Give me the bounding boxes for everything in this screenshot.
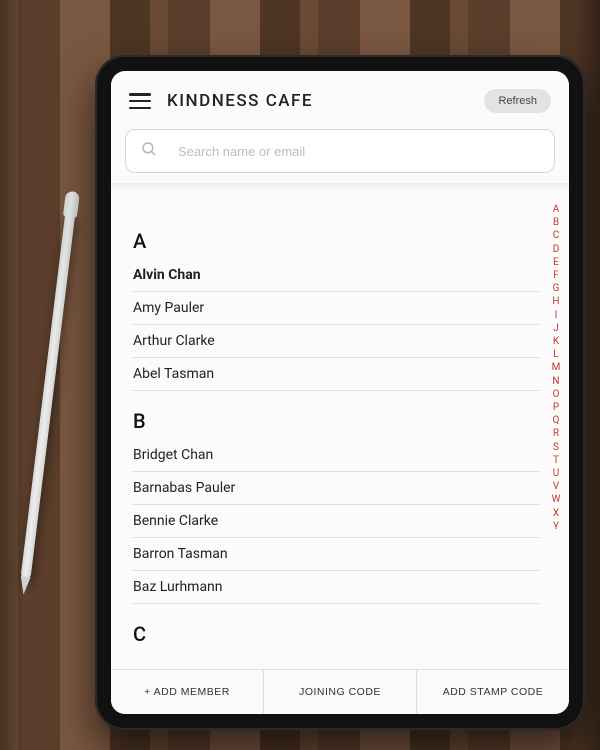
alpha-index-letter[interactable]: S	[549, 441, 563, 454]
alpha-index-letter[interactable]: M	[549, 361, 563, 374]
alpha-index-letter[interactable]: P	[549, 401, 563, 414]
alpha-index-letter[interactable]: J	[549, 322, 563, 335]
alpha-index-letter[interactable]: U	[549, 467, 563, 480]
app-title: KINDNESS CAFE	[167, 91, 313, 111]
alpha-index-letter[interactable]: F	[549, 269, 563, 282]
alpha-index-letter[interactable]: V	[549, 480, 563, 493]
alpha-index-letter[interactable]: L	[549, 348, 563, 361]
list-item[interactable]: Arthur Clarke	[133, 325, 539, 358]
alpha-index-letter[interactable]: T	[549, 454, 563, 467]
search-field[interactable]	[125, 129, 555, 173]
alpha-index-letter[interactable]: O	[549, 388, 563, 401]
alpha-index-letter[interactable]: A	[549, 203, 563, 216]
joining-code-button[interactable]: JOINING CODE	[263, 670, 416, 714]
add-stamp-code-button[interactable]: ADD STAMP CODE	[416, 670, 569, 714]
section-header: C	[133, 622, 539, 646]
alpha-index-letter[interactable]: K	[549, 335, 563, 348]
header-shadow	[111, 183, 569, 191]
alpha-index-rail[interactable]: ABCDEFGHIJKLMNOPQRSTUVWXY	[549, 203, 563, 657]
add-member-button[interactable]: + ADD MEMBER	[111, 670, 263, 714]
alpha-index-letter[interactable]: Q	[549, 414, 563, 427]
alpha-index-letter[interactable]: B	[549, 216, 563, 229]
search-icon	[140, 140, 158, 162]
alpha-index-letter[interactable]: H	[549, 295, 563, 308]
list-item[interactable]: Abel Tasman	[133, 358, 539, 391]
top-bar: KINDNESS CAFE Refresh	[111, 71, 569, 123]
list-item[interactable]: Barron Tasman	[133, 538, 539, 571]
desk-surface: KINDNESS CAFE Refresh A Alvin ChanAmy Pau…	[0, 0, 600, 750]
list-item[interactable]: Alvin Chan	[133, 259, 539, 292]
alpha-index-letter[interactable]: R	[549, 427, 563, 440]
member-list[interactable]: A Alvin ChanAmy PaulerArthur ClarkeAbel T…	[111, 191, 569, 669]
alpha-index-letter[interactable]: X	[549, 507, 563, 520]
bottom-bar: + ADD MEMBER JOINING CODE ADD STAMP CODE	[111, 669, 569, 714]
list-item[interactable]: Barnabas Pauler	[133, 472, 539, 505]
menu-icon[interactable]	[129, 93, 151, 109]
alpha-index-letter[interactable]: W	[549, 493, 563, 506]
alpha-index-letter[interactable]: G	[549, 282, 563, 295]
alpha-index-letter[interactable]: I	[549, 309, 563, 322]
section-header: B	[133, 409, 539, 433]
list-item[interactable]: Baz Lurhmann	[133, 571, 539, 604]
search-input[interactable]	[178, 144, 540, 159]
app-screen: KINDNESS CAFE Refresh A Alvin ChanAmy Pau…	[111, 71, 569, 714]
list-item[interactable]: Bennie Clarke	[133, 505, 539, 538]
alpha-index-letter[interactable]: N	[549, 375, 563, 388]
alpha-index-letter[interactable]: D	[549, 243, 563, 256]
alpha-index-letter[interactable]: C	[549, 229, 563, 242]
tablet-frame: KINDNESS CAFE Refresh A Alvin ChanAmy Pau…	[95, 55, 585, 730]
list-item[interactable]: Bridget Chan	[133, 439, 539, 472]
section-header: A	[133, 229, 539, 253]
alpha-index-letter[interactable]: E	[549, 256, 563, 269]
list-item[interactable]: Amy Pauler	[133, 292, 539, 325]
alpha-index-letter[interactable]: Y	[549, 520, 563, 533]
stylus	[20, 211, 75, 579]
refresh-button[interactable]: Refresh	[484, 89, 551, 113]
